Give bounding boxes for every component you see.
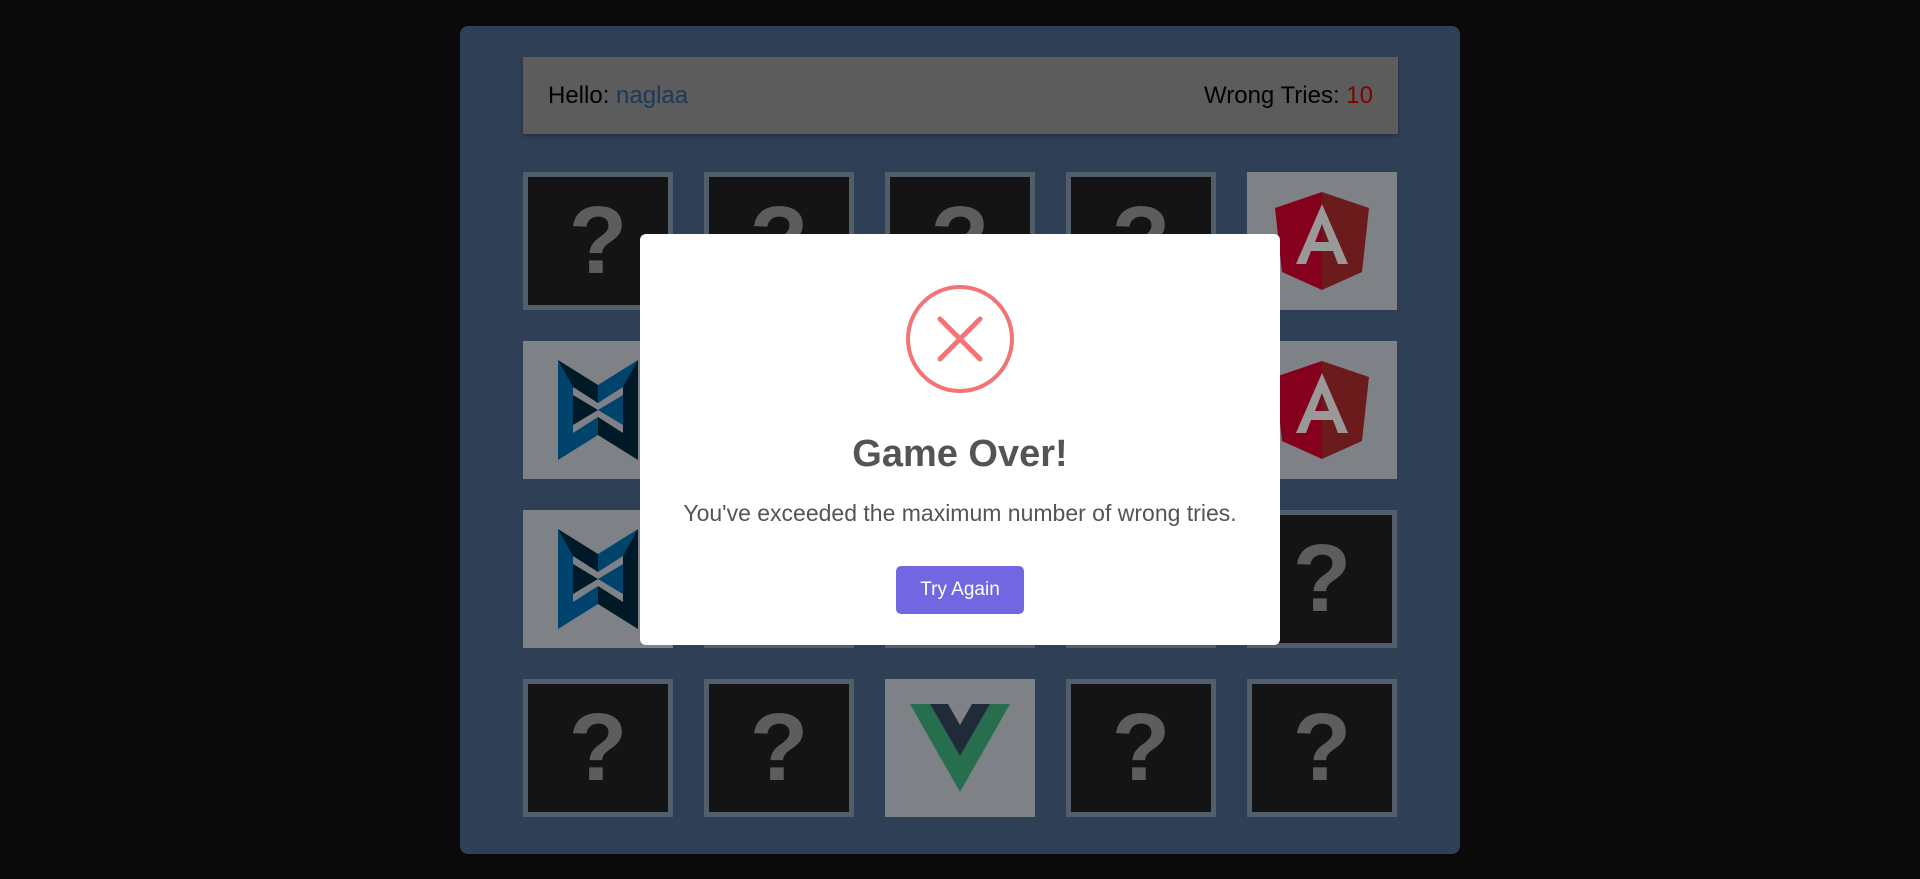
dialog-message: You've exceeded the maximum number of wr… (683, 500, 1237, 526)
dialog-title: Game Over! (852, 433, 1068, 475)
error-x-icon (905, 284, 1015, 399)
try-again-button[interactable]: Try Again (896, 566, 1024, 614)
game-over-dialog: Game Over! You've exceeded the maximum n… (640, 234, 1280, 645)
